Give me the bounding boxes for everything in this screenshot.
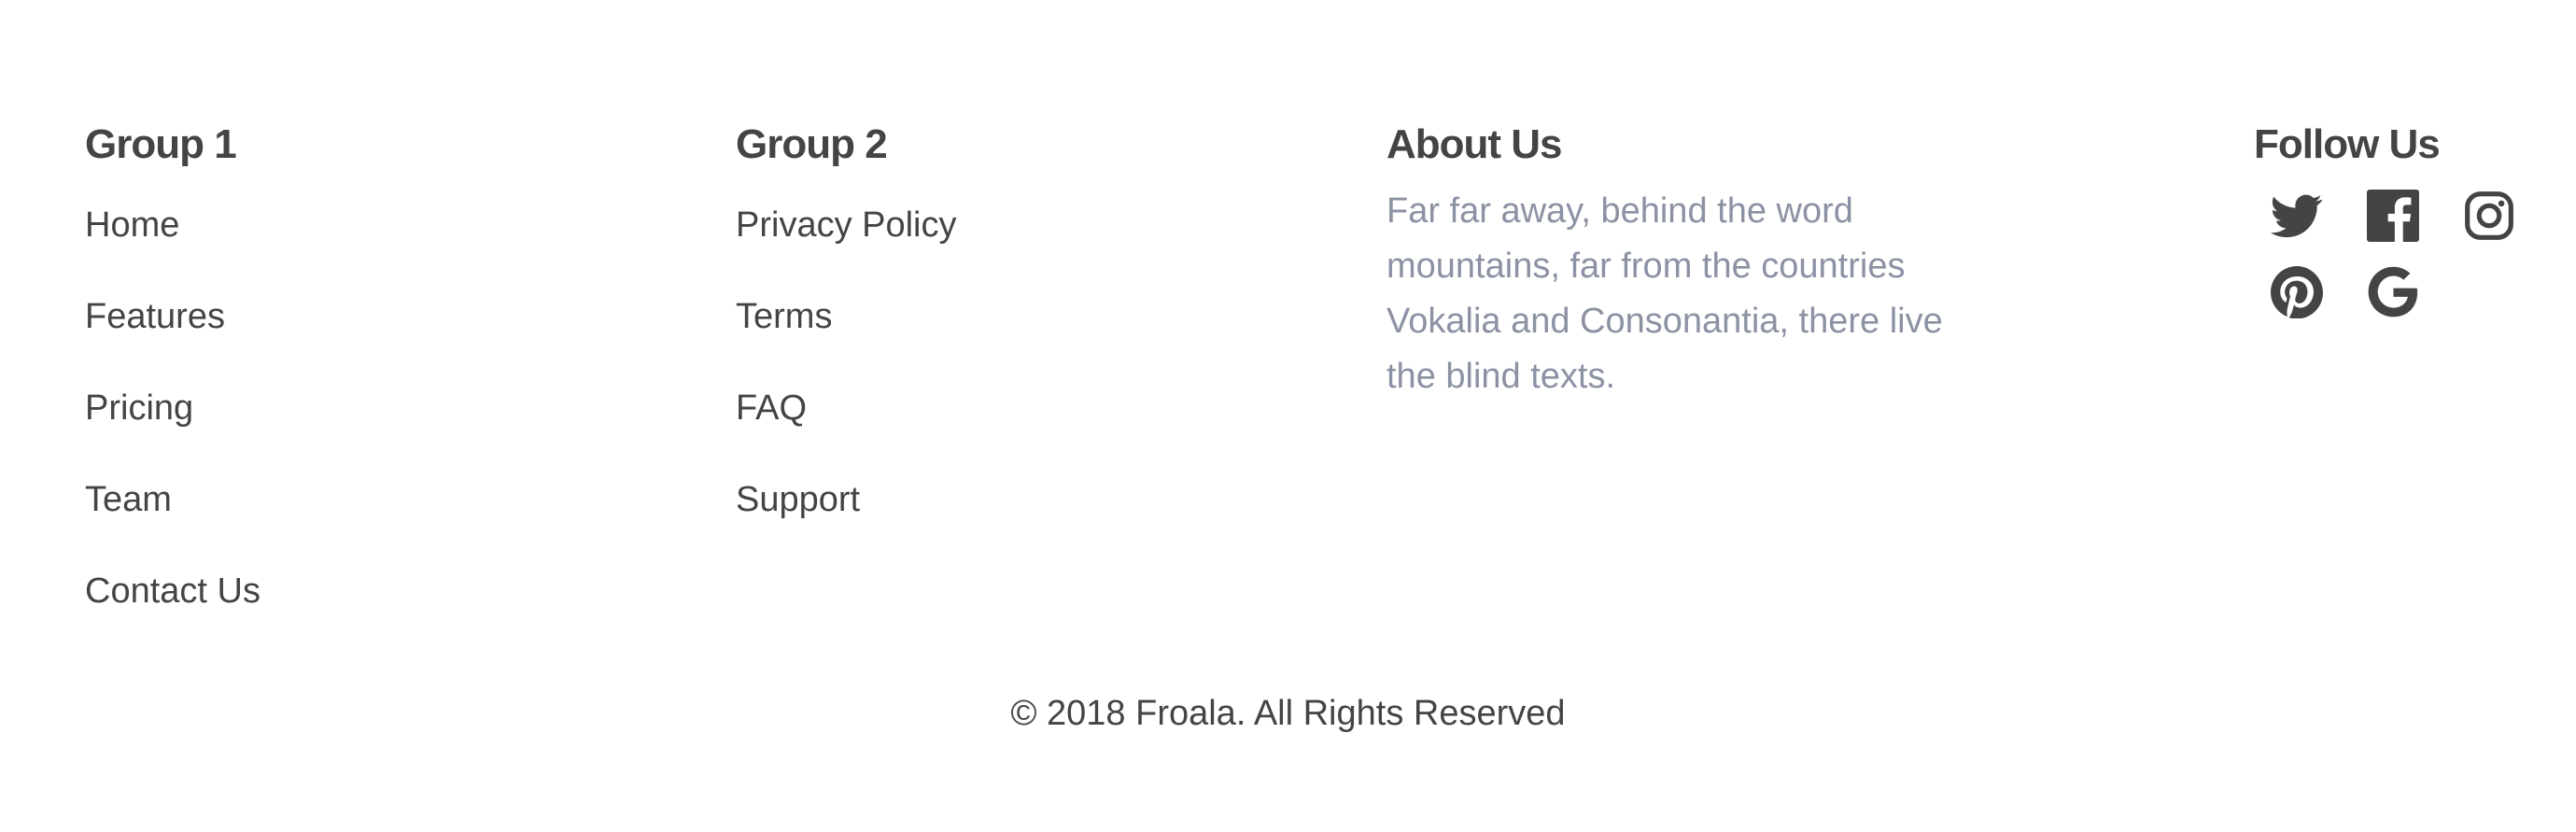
- copyright-text: © 2018 Froala. All Rights Reserved: [1010, 694, 1566, 733]
- footer-about: About Us Far far away, behind the word m…: [1387, 117, 1984, 404]
- link-home[interactable]: Home: [85, 202, 179, 248]
- follow-heading: Follow Us: [2254, 121, 2441, 167]
- link-features[interactable]: Features: [85, 293, 225, 340]
- link-terms[interactable]: Terms: [736, 293, 832, 340]
- group-2-heading: Group 2: [736, 121, 888, 167]
- link-support[interactable]: Support: [736, 476, 860, 523]
- link-contact-us[interactable]: Contact Us: [85, 568, 260, 614]
- list-item: Privacy Policy: [736, 202, 957, 293]
- list-item: Support: [736, 476, 957, 568]
- footer: Group 1 Home Features Pricing Team Conta…: [0, 0, 2576, 832]
- about-heading: About Us: [1387, 121, 1563, 167]
- group-1-heading: Group 1: [85, 121, 237, 167]
- twitter-icon: [2271, 194, 2323, 238]
- instagram-link[interactable]: [2463, 190, 2559, 266]
- list-item: FAQ: [736, 385, 957, 476]
- about-text: Far far away, behind the word mountains,…: [1387, 191, 1943, 396]
- list-item: Terms: [736, 293, 957, 385]
- pinterest-link[interactable]: [2271, 266, 2367, 343]
- pinterest-icon: [2271, 266, 2323, 318]
- google-link[interactable]: [2367, 266, 2463, 343]
- facebook-link[interactable]: [2367, 190, 2463, 266]
- footer-follow: Follow Us: [2254, 117, 2560, 343]
- link-faq[interactable]: FAQ: [736, 385, 807, 431]
- list-item: Home: [85, 202, 260, 293]
- footer-group-2: Group 2 Privacy Policy Terms FAQ Support: [736, 117, 957, 568]
- list-item: Features: [85, 293, 260, 385]
- twitter-link[interactable]: [2271, 190, 2367, 266]
- list-item: Team: [85, 476, 260, 568]
- link-pricing[interactable]: Pricing: [85, 385, 193, 431]
- link-team[interactable]: Team: [85, 476, 172, 523]
- footer-group-1: Group 1 Home Features Pricing Team Conta…: [85, 117, 260, 659]
- group-2-links: Privacy Policy Terms FAQ Support: [736, 202, 957, 568]
- facebook-icon: [2367, 190, 2419, 242]
- google-icon: [2368, 266, 2418, 317]
- social-links: [2271, 190, 2560, 343]
- list-item: Pricing: [85, 385, 260, 476]
- instagram-icon: [2465, 191, 2513, 240]
- link-privacy-policy[interactable]: Privacy Policy: [736, 202, 957, 248]
- list-item: Contact Us: [85, 568, 260, 659]
- group-1-links: Home Features Pricing Team Contact Us: [85, 202, 260, 659]
